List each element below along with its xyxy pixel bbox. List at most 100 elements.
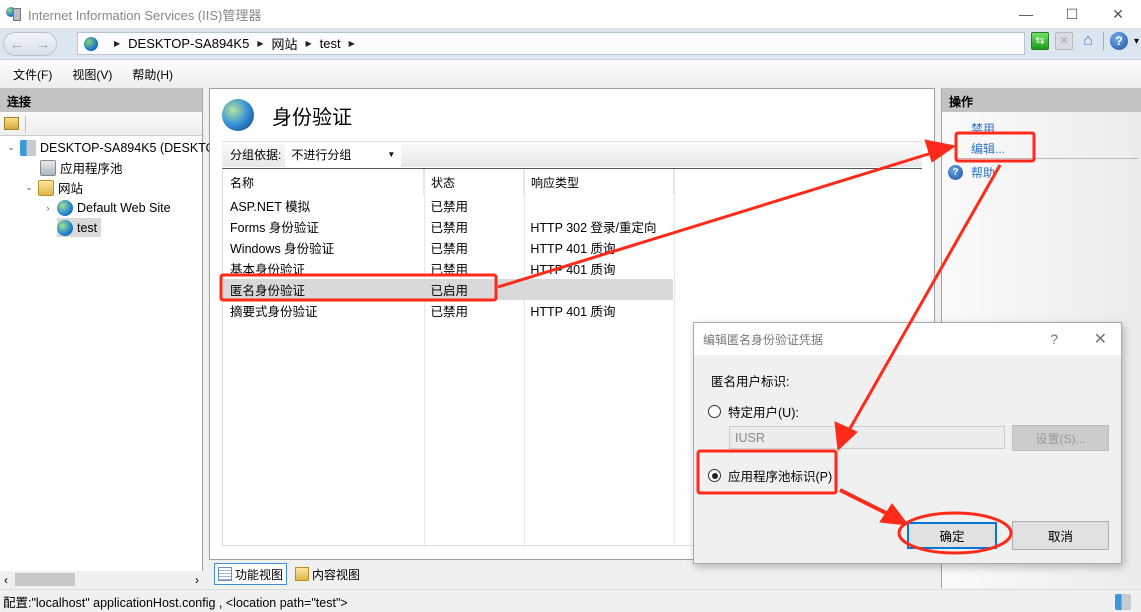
menu-view[interactable]: 视图(V) bbox=[72, 66, 112, 83]
anonymous-identity-label: 匿名用户标识: bbox=[711, 375, 790, 389]
tree-item-label: 网站 bbox=[58, 182, 84, 196]
forward-button[interactable]: → bbox=[36, 36, 51, 53]
action-disable[interactable]: 禁用 bbox=[971, 120, 995, 137]
action-edit[interactable]: 编辑... bbox=[971, 140, 1005, 157]
group-by-label: 分组依据: bbox=[230, 148, 282, 162]
radio-button-selected[interactable] bbox=[708, 469, 721, 482]
actions-divider bbox=[956, 158, 1138, 159]
tree-item-test[interactable]: test bbox=[57, 218, 102, 237]
website-icon bbox=[57, 219, 73, 236]
table-row-selected[interactable]: 匿名身份验证 已启用 bbox=[223, 279, 673, 300]
row-response: HTTP 401 质询 bbox=[530, 263, 616, 277]
breadcrumb-sites[interactable]: 网站 bbox=[271, 34, 297, 53]
menu-bar: 文件(F) 视图(V) 帮助(H) bbox=[0, 60, 1141, 88]
row-status: 已禁用 bbox=[430, 221, 469, 235]
row-response: HTTP 401 质询 bbox=[530, 305, 616, 319]
breadcrumb-test[interactable]: test bbox=[320, 36, 341, 51]
tree-item-app-pools[interactable]: 应用程序池 bbox=[40, 158, 123, 177]
collapse-icon[interactable]: ⌄ bbox=[6, 142, 16, 153]
radio-app-pool-identity[interactable]: 应用程序池标识(P) bbox=[708, 466, 832, 485]
cancel-button[interactable]: 取消 bbox=[1012, 521, 1109, 550]
minimize-button[interactable]: — bbox=[1003, 0, 1049, 28]
collapse-icon[interactable]: ⌄ bbox=[24, 182, 34, 193]
scrollbar-thumb[interactable] bbox=[15, 573, 75, 586]
window-title: Internet Information Services (IIS)管理器 bbox=[28, 7, 262, 23]
row-name: 摘要式身份验证 bbox=[230, 305, 318, 319]
help-icon: ? bbox=[948, 165, 963, 180]
specific-user-field[interactable]: IUSR bbox=[729, 426, 1005, 449]
tab-content-view[interactable]: 内容视图 bbox=[291, 563, 364, 585]
group-by-bar: 分组依据: 不进行分组 ▼ bbox=[222, 141, 922, 167]
radio-label: 特定用户(U): bbox=[728, 406, 799, 420]
tab-features-view[interactable]: 功能视图 bbox=[214, 563, 288, 585]
dialog-help-button[interactable]: ? bbox=[1050, 331, 1058, 347]
group-by-select[interactable]: 不进行分组 ▼ bbox=[285, 142, 402, 167]
table-row[interactable]: Windows 身份验证 已禁用 HTTP 401 质询 bbox=[223, 237, 673, 258]
connect-icon[interactable] bbox=[4, 117, 19, 130]
status-bar: 配置:"localhost" applicationHost.config , … bbox=[0, 589, 1141, 612]
row-name: 匿名身份验证 bbox=[230, 284, 306, 298]
stop-icon[interactable]: ✕ bbox=[1055, 32, 1073, 50]
server-icon bbox=[20, 139, 36, 156]
action-help[interactable]: ? 帮助 bbox=[948, 164, 995, 181]
home-icon[interactable]: ⌂ bbox=[1079, 32, 1097, 50]
dialog-title: 编辑匿名身份验证凭据 bbox=[703, 332, 824, 347]
ok-button[interactable]: 确定 bbox=[907, 522, 997, 549]
help-icon[interactable]: ? bbox=[1110, 32, 1128, 50]
dropdown-arrow-icon: ▼ bbox=[387, 150, 396, 159]
row-status: 已禁用 bbox=[430, 242, 469, 256]
column-header-status[interactable]: 状态 bbox=[424, 169, 524, 195]
help-dropdown-icon[interactable]: ▾ bbox=[1134, 36, 1139, 47]
dialog-close-button[interactable]: ✕ bbox=[1094, 329, 1107, 349]
table-row[interactable]: ASP.NET 模拟 已禁用 bbox=[223, 195, 673, 216]
nav-buttons: ← → bbox=[3, 32, 57, 56]
breadcrumb-separator[interactable]: ▶ bbox=[349, 39, 355, 48]
horizontal-scrollbar[interactable]: ‹ › bbox=[0, 571, 203, 588]
authentication-globe-icon bbox=[222, 99, 254, 131]
menu-file[interactable]: 文件(F) bbox=[13, 66, 52, 83]
scroll-left-button[interactable]: ‹ bbox=[4, 573, 8, 587]
tab-label: 内容视图 bbox=[312, 567, 361, 582]
expand-icon[interactable]: › bbox=[43, 203, 53, 213]
row-response: HTTP 302 登录/重定向 bbox=[530, 221, 657, 235]
features-view-icon bbox=[218, 567, 232, 581]
connections-toolbar bbox=[0, 112, 202, 136]
tree-item-default-web-site[interactable]: › Default Web Site bbox=[43, 198, 171, 217]
action-label: 帮助 bbox=[971, 166, 996, 180]
tree-item-label: test bbox=[77, 220, 98, 235]
row-status: 已启用 bbox=[430, 284, 469, 298]
scroll-right-button[interactable]: › bbox=[195, 573, 199, 587]
row-name: Windows 身份验证 bbox=[230, 242, 335, 256]
radio-specific-user[interactable]: 特定用户(U): bbox=[708, 402, 799, 421]
view-tabs: 功能视图 内容视图 bbox=[214, 563, 364, 585]
table-row[interactable]: 摘要式身份验证 已禁用 HTTP 401 质询 bbox=[223, 300, 673, 321]
tree-item-server[interactable]: ⌄ DESKTOP-SA894K5 (DESKTOP bbox=[6, 138, 224, 157]
radio-button[interactable] bbox=[708, 405, 721, 418]
maximize-button[interactable]: ☐ bbox=[1049, 0, 1095, 28]
column-header-response-type[interactable]: 响应类型 bbox=[524, 169, 674, 195]
tree-item-sites[interactable]: ⌄ 网站 bbox=[24, 178, 83, 197]
back-button[interactable]: ← bbox=[10, 36, 25, 53]
breadcrumb-separator[interactable]: ▶ bbox=[257, 39, 263, 48]
row-status: 已禁用 bbox=[430, 305, 469, 319]
column-header-name[interactable]: 名称 bbox=[223, 169, 424, 195]
title-bar: Internet Information Services (IIS)管理器 —… bbox=[0, 0, 1141, 28]
group-by-value: 不进行分组 bbox=[291, 148, 352, 162]
row-name: Forms 身份验证 bbox=[230, 221, 319, 235]
close-button[interactable]: ✕ bbox=[1095, 0, 1141, 28]
set-user-button[interactable]: 设置(S)... bbox=[1012, 425, 1109, 451]
refresh-icon[interactable]: ⇆ bbox=[1031, 32, 1049, 50]
table-row[interactable]: 基本身份验证 已禁用 HTTP 401 质询 bbox=[223, 258, 673, 279]
row-response: HTTP 401 质询 bbox=[530, 242, 616, 256]
breadcrumb-separator[interactable]: ▶ bbox=[114, 39, 120, 48]
address-bar[interactable]: ▶ DESKTOP-SA894K5 ▶ 网站 ▶ test ▶ bbox=[77, 32, 1025, 55]
edit-anonymous-credentials-dialog: 编辑匿名身份验证凭据 ? ✕ 匿名用户标识: 特定用户(U): IUSR 设置(… bbox=[693, 322, 1122, 564]
breadcrumb-separator[interactable]: ▶ bbox=[305, 39, 311, 48]
table-row[interactable]: Forms 身份验证 已禁用 HTTP 302 登录/重定向 bbox=[223, 216, 673, 237]
row-name: 基本身份验证 bbox=[230, 263, 306, 277]
breadcrumb-server[interactable]: DESKTOP-SA894K5 bbox=[128, 36, 249, 51]
app-pool-icon bbox=[40, 159, 56, 176]
menu-help[interactable]: 帮助(H) bbox=[132, 66, 173, 83]
tree-item-label: DESKTOP-SA894K5 (DESKTOP bbox=[40, 140, 224, 155]
actions-header: 操作 bbox=[942, 88, 1141, 112]
